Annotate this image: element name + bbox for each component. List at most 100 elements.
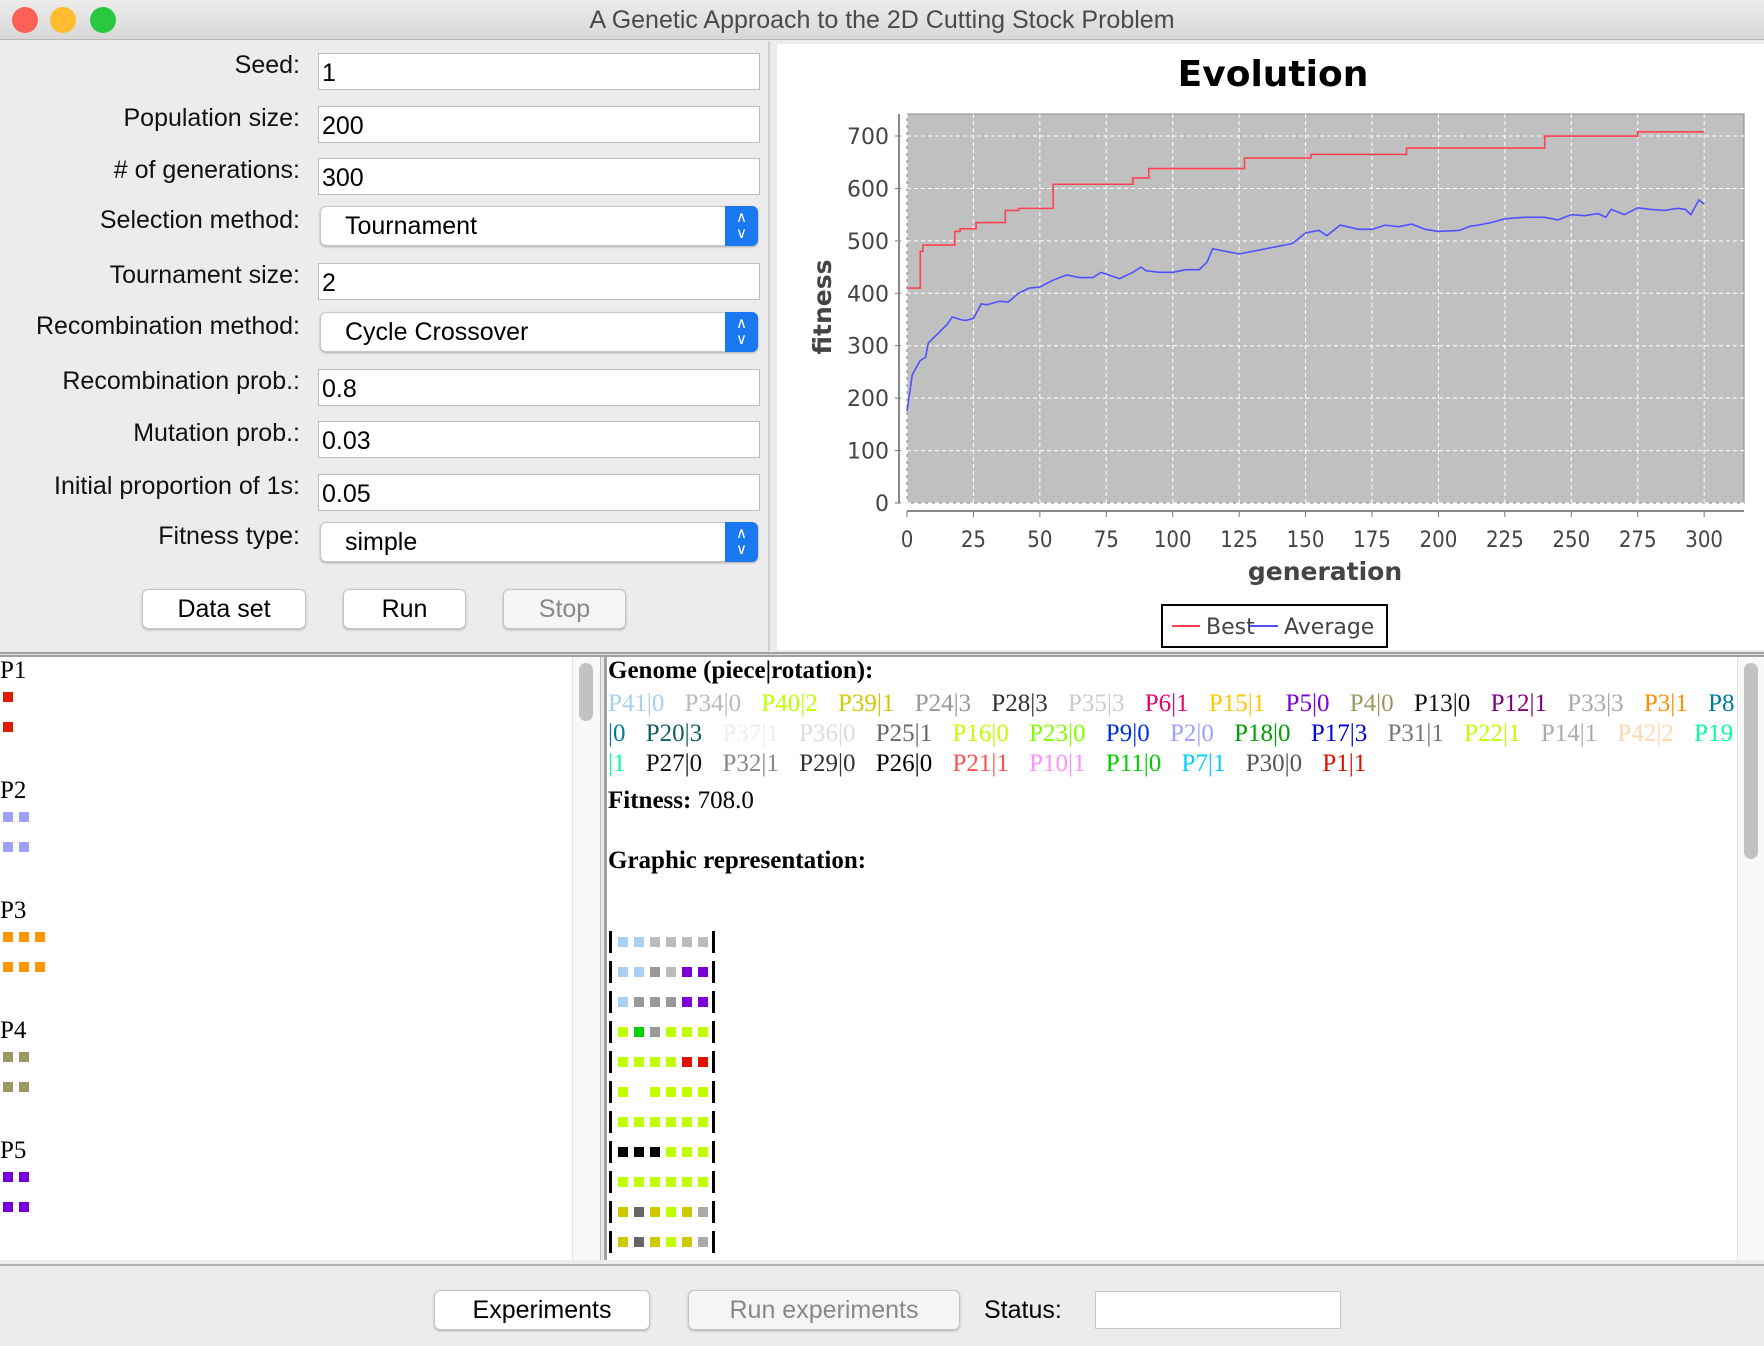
vertical-split-divider[interactable] <box>600 657 607 1260</box>
stock-cell <box>650 1027 660 1037</box>
status-field[interactable] <box>1095 1291 1341 1329</box>
genome-gene: P5|0 <box>1285 690 1330 717</box>
stock-cell <box>666 967 676 977</box>
genome-gene: P10|1 <box>1029 750 1086 777</box>
x-tick-label: 100 <box>1154 528 1192 553</box>
field-label: Recombination prob.: <box>62 367 300 395</box>
x-tick-label: 200 <box>1420 528 1458 553</box>
piece-label: P4 <box>0 1017 27 1044</box>
y-tick-label: 300 <box>847 335 889 360</box>
experiments-button[interactable]: Experiments <box>434 1290 650 1330</box>
genome-gene: P20|3 <box>645 720 703 747</box>
seed-input[interactable]: 1 <box>318 53 760 90</box>
genome-gene: P39|1 <box>838 690 895 717</box>
stock-cell <box>650 1087 660 1097</box>
piece-cell <box>19 1082 29 1092</box>
genome-gene: P14|1 <box>1540 720 1598 747</box>
genome-sequence: P41|0 P34|0 P40|2 P39|1 P24|3 P28|3 P35|… <box>608 689 1736 779</box>
genome-gene: P30|0 <box>1245 750 1303 777</box>
piece-cell <box>3 842 13 852</box>
evolution-chart: 0 25 50 75 100 125 150 175 200 225 250 275 300 0 100 20… <box>777 44 1764 650</box>
tournament-size-input[interactable]: 2 <box>318 263 760 300</box>
x-tick-label: 275 <box>1619 528 1657 553</box>
stock-cell <box>682 1117 692 1127</box>
run-button[interactable]: Run <box>343 589 466 629</box>
run-experiments-button[interactable]: Run experiments <box>688 1290 960 1330</box>
chevron-up-down-icon: ∧ ∨ <box>725 206 758 246</box>
stock-row <box>609 1141 715 1163</box>
stock-cell <box>666 1027 676 1037</box>
row-border-right <box>712 961 715 983</box>
genome-gene: P12|1 <box>1490 690 1547 717</box>
recombination-method-select[interactable]: Cycle Crossover ∧ ∨ <box>320 312 758 352</box>
field-label: Selection method: <box>99 206 300 234</box>
row-border-left <box>609 961 612 983</box>
initial-proportion-of-1s-input[interactable]: 0.05 <box>318 474 760 511</box>
genome-gene: P27|0 <box>645 750 703 777</box>
field-label: Initial proportion of 1s: <box>54 472 300 500</box>
piece-cell <box>3 1172 13 1182</box>
data-set-button[interactable]: Data set <box>142 589 306 629</box>
stock-row <box>609 1051 715 1073</box>
selection-method-select[interactable]: Tournament ∧ ∨ <box>320 206 758 246</box>
x-tick-label: 50 <box>1027 528 1052 553</box>
stock-cell <box>682 1177 692 1187</box>
legend-label: Average <box>1284 615 1374 640</box>
stock-cell <box>698 1057 708 1067</box>
piece-cell <box>19 842 29 852</box>
stock-cell <box>698 1237 708 1247</box>
recombination-prob-input[interactable]: 0.8 <box>318 369 760 406</box>
stock-cell <box>698 1027 708 1037</box>
stock-cell <box>698 937 708 947</box>
stock-cell <box>618 1207 628 1217</box>
genome-gene: P2|0 <box>1169 720 1214 747</box>
parameters-panel: Seed: 1 Population size: 200 # of generation… <box>0 41 770 651</box>
row-border-left <box>609 1081 612 1103</box>
stock-cell <box>698 1147 708 1157</box>
result-scrollbar[interactable] <box>1737 657 1764 1260</box>
genome-gene: P37|1 <box>722 720 779 747</box>
field-label: Mutation prob.: <box>133 419 300 447</box>
result-panel: Genome (piece|rotation): P41|0 P34|0 P40… <box>607 657 1737 1260</box>
x-tick-label: 225 <box>1486 528 1524 553</box>
piece-cell <box>35 932 45 942</box>
stock-cell <box>682 1087 692 1097</box>
of-generations-input[interactable]: 300 <box>318 158 760 195</box>
y-tick-label: 0 <box>875 492 889 517</box>
stock-cell <box>618 997 628 1007</box>
fitness-type-select[interactable]: simple ∧ ∨ <box>320 522 758 562</box>
population-size-input[interactable]: 200 <box>318 106 760 143</box>
x-tick-label: 125 <box>1220 528 1258 553</box>
stock-cell <box>682 1147 692 1157</box>
stock-row <box>609 1231 715 1253</box>
chart-title: Evolution <box>1178 54 1369 95</box>
piece-cell <box>35 962 45 972</box>
scrollbar-thumb[interactable] <box>579 663 593 721</box>
genome-gene: P9|0 <box>1105 720 1150 747</box>
genome-gene: P42|2 <box>1617 720 1674 747</box>
pieces-scrollbar[interactable] <box>572 657 600 1260</box>
genome-gene: P32|1 <box>722 750 779 777</box>
stock-cell <box>618 1027 628 1037</box>
scrollbar-thumb[interactable] <box>1744 663 1758 859</box>
stock-cell <box>650 1147 660 1157</box>
stock-cell <box>618 1237 628 1247</box>
stock-cell <box>634 1207 644 1217</box>
stock-cell <box>666 1057 676 1067</box>
mutation-prob-input[interactable]: 0.03 <box>318 421 760 458</box>
title-bar: A Genetic Approach to the 2D Cutting Sto… <box>0 0 1764 40</box>
y-tick-label: 400 <box>847 282 889 307</box>
stock-cell <box>682 967 692 977</box>
stop-button[interactable]: Stop <box>503 589 626 629</box>
genome-gene: P28|3 <box>991 690 1048 717</box>
row-border-right <box>712 991 715 1013</box>
bottom-bar: Experiments Run experiments Status: <box>0 1264 1764 1346</box>
x-tick-label: 175 <box>1353 528 1391 553</box>
piece-cell <box>19 932 29 942</box>
genome-gene: P13|0 <box>1413 690 1471 717</box>
piece-label: P5 <box>0 1137 27 1164</box>
field-label: Seed: <box>234 51 300 79</box>
genome-heading: Genome (piece|rotation): <box>608 657 874 684</box>
stock-cell <box>618 967 628 977</box>
stock-cell <box>650 1057 660 1067</box>
